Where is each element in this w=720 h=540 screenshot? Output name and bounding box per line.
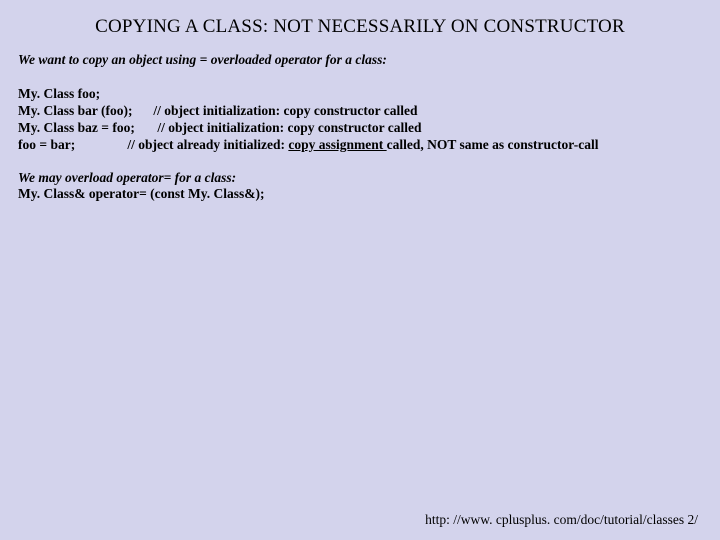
code-comment-underlined: copy assignment [288, 137, 386, 152]
code-line-3: My. Class baz = foo; // object initializ… [18, 120, 702, 137]
code-lhs: My. Class foo; [18, 86, 128, 103]
code-line-1: My. Class foo; [18, 86, 702, 103]
code-lhs: foo = bar; [18, 137, 124, 154]
overload-block: We may overload operator= for a class: M… [18, 170, 702, 204]
slide-title: COPYING A CLASS: NOT NECESSARILY ON CONS… [18, 16, 702, 38]
code-comment-post: called, NOT same as constructor-call [387, 137, 599, 152]
code-comment-pre: // object already initialized: [127, 137, 288, 152]
slide: COPYING A CLASS: NOT NECESSARILY ON CONS… [0, 0, 720, 540]
overload-signature: My. Class& operator= (const My. Class&); [18, 186, 702, 203]
overload-intro: We may overload operator= for a class: [18, 170, 702, 187]
code-line-2: My. Class bar (foo); // object initializ… [18, 103, 702, 120]
code-comment: // object initialization: copy construct… [153, 103, 417, 118]
footer-url: http: //www. cplusplus. com/doc/tutorial… [425, 512, 698, 528]
code-block: My. Class foo; My. Class bar (foo); // o… [18, 86, 702, 154]
code-line-4: foo = bar; // object already initialized… [18, 137, 702, 154]
code-comment: // object initialization: copy construct… [157, 120, 421, 135]
code-lhs: My. Class baz = foo; [18, 120, 154, 137]
intro-text: We want to copy an object using = overlo… [18, 52, 702, 68]
code-lhs: My. Class bar (foo); [18, 103, 150, 120]
